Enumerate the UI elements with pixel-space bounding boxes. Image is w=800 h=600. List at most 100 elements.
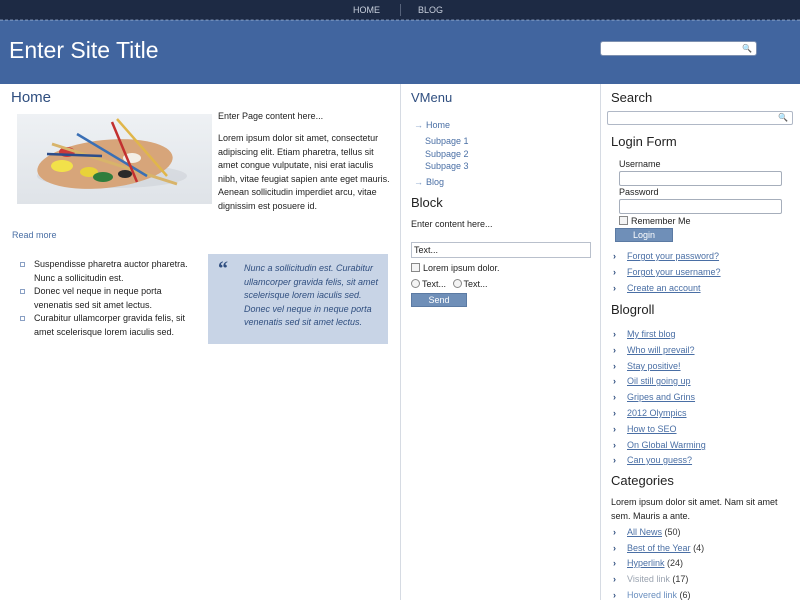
- quote-text: Nunc a sollicitudin est. Curabitur ullam…: [244, 263, 379, 328]
- list-item: Donec vel neque in neque porta venenatis…: [20, 285, 200, 312]
- intro-text: Enter Page content here...: [218, 111, 324, 121]
- vmenu-item-home[interactable]: → Home: [414, 120, 450, 130]
- create-account-link[interactable]: Create an account: [627, 283, 701, 293]
- header-search-input[interactable]: 🔍: [600, 41, 757, 56]
- block-title: Block: [411, 195, 443, 210]
- quote-mark-icon: “: [218, 258, 228, 280]
- vmenu-title: VMenu: [411, 90, 453, 105]
- sidebar-search-input[interactable]: 🔍: [607, 111, 793, 125]
- blogroll-item: › 2012 Olympics: [613, 408, 687, 418]
- login-form-title: Login Form: [611, 134, 677, 149]
- blogroll-link[interactable]: 2012 Olympics: [627, 408, 687, 418]
- remember-me-row: Remember Me: [619, 216, 691, 226]
- text-field[interactable]: Text...: [411, 242, 591, 258]
- password-field[interactable]: [619, 199, 782, 214]
- blogroll-link[interactable]: Who will prevail?: [627, 345, 695, 355]
- category-count: (50): [664, 527, 681, 537]
- login-link: › Forgot your password?: [613, 251, 719, 261]
- vmenu-item-blog[interactable]: → Blog: [414, 177, 444, 187]
- arrow-right-icon: →: [414, 120, 423, 130]
- blogroll-item: › My first blog: [613, 329, 676, 339]
- body-text: Lorem ipsum dolor sit amet, consectetur …: [218, 133, 390, 211]
- chevron-right-icon: ›: [613, 590, 616, 600]
- chevron-right-icon: ›: [613, 283, 616, 293]
- block-text: Enter content here...: [411, 219, 493, 229]
- bullet-list: Suspendisse pharetra auctor pharetra. Nu…: [20, 258, 200, 340]
- nav-blog-link[interactable]: BLOG: [418, 5, 443, 15]
- vmenu-item-label: Home: [426, 120, 451, 130]
- password-label: Password: [619, 187, 659, 197]
- chevron-right-icon: ›: [613, 440, 616, 450]
- blogroll-item: › Can you guess?: [613, 455, 692, 465]
- login-button[interactable]: Login: [615, 228, 673, 242]
- blockquote: “ Nunc a sollicitudin est. Curabitur ull…: [208, 254, 388, 344]
- category-item: › Hyperlink (24): [613, 558, 683, 568]
- radio-label: Text...: [422, 279, 447, 289]
- vmenu-item-subpage-1[interactable]: Subpage 1: [425, 136, 469, 146]
- square-bullet-icon: [20, 289, 25, 295]
- radio-button[interactable]: [411, 279, 420, 288]
- category-item: › Best of the Year (4): [613, 543, 704, 553]
- chevron-right-icon: ›: [613, 455, 616, 465]
- list-item: Suspendisse pharetra auctor pharetra. Nu…: [20, 258, 200, 285]
- vmenu-item-subpage-3[interactable]: Subpage 3: [425, 161, 469, 171]
- blogroll-item: › How to SEO: [613, 424, 677, 434]
- vmenu-item-label: Subpage 2: [425, 149, 469, 159]
- blogroll-item: › Stay positive!: [613, 361, 681, 371]
- category-link[interactable]: All News: [627, 527, 662, 537]
- login-link: › Create an account: [613, 283, 701, 293]
- categories-description: Lorem ipsum dolor sit amet. Nam sit amet…: [611, 497, 778, 521]
- radio-button[interactable]: [452, 279, 462, 288]
- arrow-right-icon: →: [414, 177, 423, 187]
- blogroll-link[interactable]: How to SEO: [627, 424, 677, 434]
- blogroll-link[interactable]: On Global Warming: [627, 440, 706, 450]
- category-link[interactable]: Visited link: [627, 574, 670, 584]
- list-item-text: Suspendisse pharetra auctor pharetra. Nu…: [34, 259, 188, 283]
- remember-me-checkbox[interactable]: [619, 216, 628, 225]
- column-divider: [600, 84, 601, 600]
- category-link[interactable]: Best of the Year: [627, 543, 691, 553]
- nav-home-link[interactable]: HOME: [353, 5, 380, 15]
- site-title[interactable]: Enter Site Title: [9, 37, 159, 64]
- username-label: Username: [619, 159, 661, 169]
- search-icon[interactable]: 🔍: [778, 113, 788, 122]
- chevron-right-icon: ›: [613, 251, 616, 261]
- read-more-link[interactable]: Read more: [12, 230, 57, 240]
- search-icon[interactable]: 🔍: [742, 44, 752, 53]
- blogroll-item: › Oil still going up: [613, 376, 691, 386]
- remember-me-label: Remember Me: [631, 216, 691, 226]
- column-divider: [400, 84, 401, 600]
- username-field[interactable]: [619, 171, 782, 186]
- list-item: Curabitur ullamcorper gravida felis, sit…: [20, 312, 200, 339]
- vmenu-item-label: Blog: [426, 177, 445, 187]
- category-link[interactable]: Hyperlink: [627, 558, 665, 568]
- top-navigation: HOME BLOG: [0, 0, 800, 20]
- chevron-right-icon: ›: [613, 574, 616, 584]
- category-count: (4): [693, 543, 705, 553]
- blogroll-item: › Who will prevail?: [613, 345, 695, 355]
- checkbox[interactable]: [411, 263, 420, 272]
- category-link[interactable]: Hovered link: [627, 590, 677, 600]
- blogroll-link[interactable]: Stay positive!: [627, 361, 681, 371]
- paint-palette-image: [17, 114, 212, 204]
- forgot-username-link[interactable]: Forgot your username?: [627, 267, 721, 277]
- blogroll-link[interactable]: Can you guess?: [627, 455, 692, 465]
- chevron-right-icon: ›: [613, 267, 616, 277]
- blogroll-link[interactable]: Oil still going up: [627, 376, 691, 386]
- category-item: › Visited link (17): [613, 574, 688, 584]
- chevron-right-icon: ›: [613, 345, 616, 355]
- page-title: Home: [11, 89, 52, 106]
- radio-row: Text... Text...: [411, 279, 488, 289]
- send-button[interactable]: Send: [411, 293, 467, 307]
- square-bullet-icon: [20, 262, 25, 267]
- vmenu-item-subpage-2[interactable]: Subpage 2: [425, 149, 469, 159]
- square-bullet-icon: [20, 316, 25, 322]
- blogroll-link[interactable]: Gripes and Grins: [627, 392, 695, 402]
- chevron-right-icon: ›: [613, 543, 616, 553]
- chevron-right-icon: ›: [613, 329, 616, 339]
- chevron-right-icon: ›: [613, 361, 616, 371]
- chevron-right-icon: ›: [613, 527, 616, 537]
- blogroll-link[interactable]: My first blog: [627, 329, 676, 339]
- login-link: › Forgot your username?: [613, 267, 721, 277]
- forgot-password-link[interactable]: Forgot your password?: [627, 251, 719, 261]
